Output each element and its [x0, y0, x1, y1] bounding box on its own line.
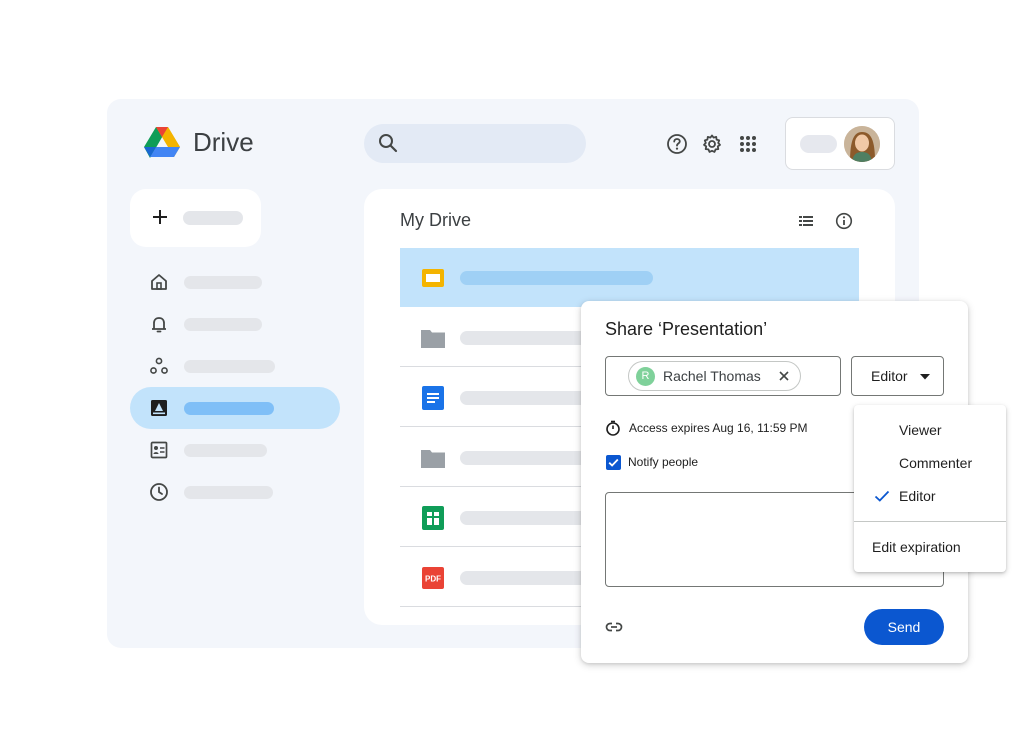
- slides-icon: [422, 269, 444, 287]
- notify-people-checkbox[interactable]: [606, 455, 621, 470]
- list-view-icon[interactable]: [797, 212, 815, 230]
- notification-bell-icon: [152, 317, 166, 333]
- sheets-icon: [422, 506, 444, 530]
- role-menu: Viewer Commenter Editor Edit expiration: [854, 405, 1006, 572]
- access-expiry-text: Access expires Aug 16, 11:59 PM: [629, 421, 808, 435]
- sidebar-item-shared[interactable]: [130, 345, 340, 387]
- menu-item-label: Editor: [899, 488, 936, 504]
- pdf-icon: PDF: [422, 567, 444, 589]
- sidebar-item-label-placeholder: [184, 360, 275, 373]
- add-people-input[interactable]: R Rachel Thomas: [605, 356, 841, 396]
- search-icon: [379, 134, 398, 153]
- user-photo-icon: [844, 126, 880, 162]
- shared-people-icon: [150, 357, 168, 374]
- checkmark-icon: [874, 490, 890, 502]
- folder-icon: [421, 450, 445, 468]
- caret-down-icon: [920, 374, 930, 380]
- person-name: Rachel Thomas: [663, 368, 761, 384]
- help-icon[interactable]: [666, 133, 688, 155]
- docs-icon: [422, 386, 444, 410]
- menu-item-commenter[interactable]: Commenter: [854, 447, 1006, 480]
- my-drive-icon: [151, 400, 167, 416]
- app-name: Drive: [193, 127, 254, 157]
- sidebar-item-label-placeholder: [184, 318, 262, 331]
- page-title: My Drive: [400, 210, 471, 230]
- share-dialog-title: Share ‘Presentation’: [605, 319, 768, 339]
- menu-item-label: Edit expiration: [872, 539, 961, 555]
- file-name-placeholder: [460, 271, 653, 285]
- account-name-placeholder: [800, 135, 837, 153]
- person-avatar: R: [636, 367, 655, 386]
- person-chip[interactable]: R Rachel Thomas: [628, 361, 801, 391]
- search-bar[interactable]: [364, 124, 586, 163]
- sidebar-item-my-drive[interactable]: [130, 387, 340, 429]
- sidebar-item-activity[interactable]: [130, 303, 340, 345]
- timer-icon: [606, 420, 620, 436]
- copy-link-icon[interactable]: [605, 618, 623, 636]
- sidebar-item-label-placeholder: [184, 402, 274, 415]
- home-icon: [151, 274, 167, 290]
- file-row[interactable]: [400, 248, 859, 307]
- pdf-badge: PDF: [425, 575, 441, 584]
- account-switcher[interactable]: [785, 117, 895, 170]
- sidebar-item-label-placeholder: [184, 276, 262, 289]
- apps-grid-icon[interactable]: [737, 133, 759, 155]
- new-button[interactable]: [130, 189, 261, 247]
- folder-icon: [421, 330, 445, 348]
- menu-item-editor[interactable]: Editor: [854, 480, 1006, 513]
- menu-item-edit-expiration[interactable]: Edit expiration: [854, 531, 1006, 564]
- avatar[interactable]: [844, 126, 880, 162]
- plus-icon: [153, 210, 167, 224]
- info-icon[interactable]: [835, 212, 853, 230]
- sidebar-item-label-placeholder: [184, 444, 267, 457]
- notify-people-label: Notify people: [628, 455, 699, 469]
- menu-item-viewer[interactable]: Viewer: [854, 414, 1006, 447]
- drive-logo-icon: [144, 127, 180, 158]
- send-button[interactable]: Send: [864, 609, 944, 645]
- sidebar-item-home[interactable]: [130, 261, 340, 303]
- role-dropdown[interactable]: Editor: [851, 356, 944, 396]
- settings-icon[interactable]: [701, 133, 723, 155]
- close-icon[interactable]: [778, 370, 790, 382]
- sidebar-item-label-placeholder: [184, 486, 273, 499]
- menu-item-label: Commenter: [899, 455, 973, 471]
- menu-divider: [854, 521, 1006, 522]
- role-selected-label: Editor: [871, 368, 908, 384]
- sidebar-item-recent[interactable]: [130, 471, 340, 513]
- new-button-label-placeholder: [183, 211, 243, 225]
- contacts-icon: [150, 441, 168, 459]
- menu-item-label: Viewer: [899, 422, 942, 438]
- recent-clock-icon: [150, 483, 168, 501]
- check-icon: [608, 458, 619, 467]
- sidebar-item-contacts[interactable]: [130, 429, 340, 471]
